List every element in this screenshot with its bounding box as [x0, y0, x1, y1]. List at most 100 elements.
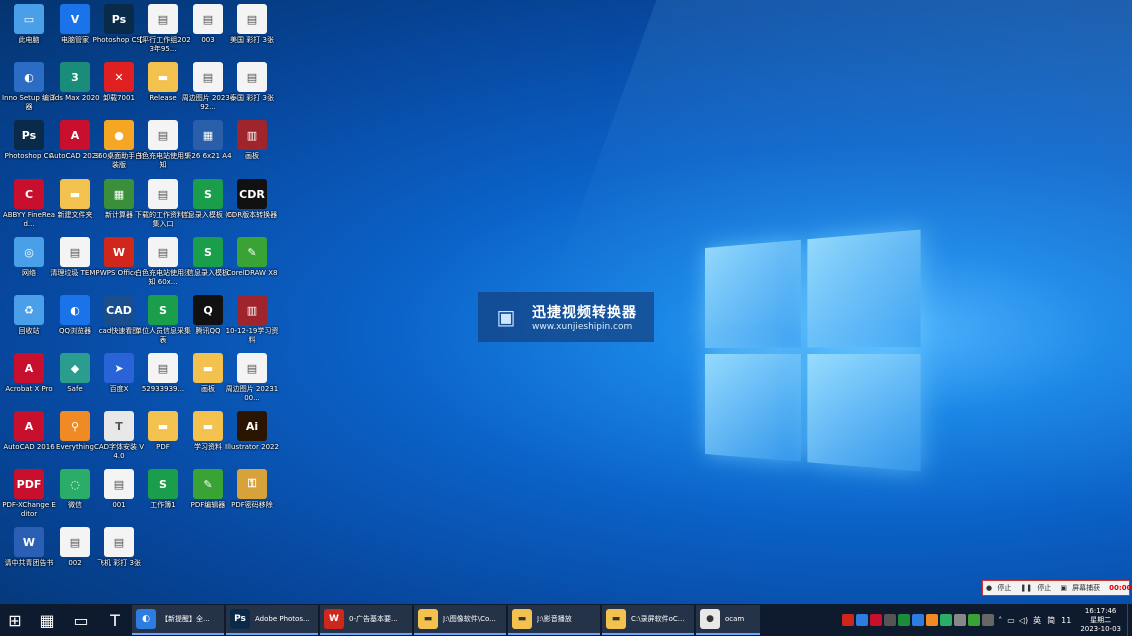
tray-icon-4[interactable]: [884, 614, 897, 626]
desktop-icon[interactable]: S 单位人员信息采集表: [135, 295, 191, 345]
desktop-icon-label: CDR版本转换器: [226, 211, 278, 219]
app-icon: ◐: [14, 62, 44, 92]
ocam-stop-button[interactable]: ● 停止: [983, 583, 1017, 593]
tray-icon-2[interactable]: [856, 614, 869, 626]
desktop-icon[interactable]: Ai Illustrator 2022: [225, 411, 279, 452]
desktop-icon[interactable]: ✎ CorelDRAW X8: [227, 237, 277, 278]
desktop-icon[interactable]: ◎ 网络: [6, 237, 52, 278]
desktop-icon-label: 美国 彩打 3张: [230, 36, 274, 44]
taskbar-app-button[interactable]: ◐ 【新提醒】全...: [132, 605, 224, 635]
taskbar-app-button[interactable]: ▬ C:\录屏软件oC...: [602, 605, 694, 635]
desktop-icon-label: 周边图片 2023100...: [225, 385, 279, 402]
video-converter-watermark: ▣ 迅捷视频转换器 www.xunjieshipin.com: [478, 292, 654, 342]
ocam-recording-bar: ● 停止 ❚❚ 停止 ▣ 屏幕捕获 00:00:00: [982, 580, 1132, 596]
app-icon: CDR: [237, 179, 267, 209]
cad-font-icon: T: [110, 610, 120, 630]
desktop-icon[interactable]: ▥ 10-12-19学习资料: [226, 295, 278, 345]
app-icon: Ps: [14, 120, 44, 150]
desktop-icon[interactable]: A Acrobat X Pro: [5, 353, 53, 394]
desktop-icon-label: Illustrator 2022: [225, 443, 279, 451]
tray-icon-7[interactable]: [926, 614, 939, 626]
app-icon: ▤: [193, 4, 223, 34]
ime-mode[interactable]: 简: [1047, 615, 1055, 626]
wechat-tray-icon[interactable]: [940, 614, 953, 626]
desktop-icon[interactable]: W 请中共青团告书: [5, 527, 54, 568]
system-tray: ˄ ▭ ◁) 英 简 11 16:17:46 星期二 2023-10-03: [841, 604, 1132, 636]
clock-date: 2023-10-03: [1080, 624, 1121, 633]
desktop-icon[interactable]: PDF PDF-XChange Editor: [2, 469, 56, 519]
taskbar-app-icon: ▬: [606, 609, 626, 629]
desktop-icon[interactable]: ▤ 飞机 彩打 3张: [96, 527, 142, 568]
ocam-capture-button[interactable]: ▣ 屏幕捕获: [1057, 583, 1106, 593]
taskbar-app-button[interactable]: ● ocam: [696, 605, 760, 635]
taskbar: ⊞ ▦ ▭ T ◐ 【新提醒】全... Ps Adobe Photos... W 0-广告…: [0, 604, 1132, 636]
desktop-icon[interactable]: ▭ 此电脑: [6, 4, 52, 45]
ime-indicator[interactable]: 英: [1033, 615, 1041, 626]
desktop-icon-label: CorelDRAW X8: [226, 269, 278, 277]
tray-icon-3[interactable]: [870, 614, 883, 626]
taskbar-app-button[interactable]: Ps Adobe Photos...: [226, 605, 318, 635]
tray-icon-11[interactable]: [982, 614, 995, 626]
app-icon: V: [60, 4, 90, 34]
tray-icon-6[interactable]: [912, 614, 925, 626]
app-icon: ▤: [104, 469, 134, 499]
desktop-icon[interactable]: ▤ 【平行工作组2023年95...: [135, 4, 191, 54]
clock[interactable]: 16:17:46 星期二 2023-10-03: [1080, 607, 1121, 634]
tray-icon-5[interactable]: [898, 614, 911, 626]
desktop-icon[interactable]: T CAD字体安装 V4.0: [94, 411, 144, 461]
app-icon: ✎: [237, 237, 267, 267]
desktop-icon[interactable]: ♻ 回收站: [6, 295, 52, 336]
calculator-pinned-button[interactable]: ▦: [30, 604, 64, 636]
app-icon: W: [104, 237, 134, 267]
desktop-icon[interactable]: Ps Photoshop CC: [5, 120, 53, 161]
taskbar-app-label: Adobe Photos...: [255, 615, 310, 623]
tray-icon-1[interactable]: [842, 614, 855, 626]
cad-font-pinned-button[interactable]: T: [98, 604, 132, 636]
app-icon: ▤: [148, 179, 178, 209]
windows-logo-wallpaper: [705, 229, 930, 479]
desktop-icon[interactable]: ▤ 周边图片 2023092...: [182, 62, 234, 112]
app-icon: Ps: [104, 4, 134, 34]
app-icon: ✎: [193, 469, 223, 499]
watermark-url: www.xunjieshipin.com: [532, 322, 633, 332]
desktop-icon[interactable]: ▤ 周边图片 2023100...: [226, 353, 278, 403]
tray-icon-10[interactable]: [968, 614, 981, 626]
show-desktop-button[interactable]: [1127, 604, 1132, 636]
app-icon: A: [14, 353, 44, 383]
desktop-icon[interactable]: C ABBYY FineRead...: [3, 179, 55, 229]
taskbar-app-button[interactable]: W 0-广告基本要...: [320, 605, 412, 635]
desktop-icon[interactable]: ▥ 画板: [229, 120, 275, 161]
desktop-icon[interactable]: CDR CDR版本转换器: [227, 179, 277, 220]
app-icon: ⚿: [237, 469, 267, 499]
desktop-icon[interactable]: ▤ 下载的工作资料合集入口: [135, 179, 191, 229]
app-icon: ▤: [193, 62, 223, 92]
app-icon: ▬: [148, 411, 178, 441]
screen-pinned-button[interactable]: ▭: [64, 604, 98, 636]
ocam-pause-button[interactable]: ❚❚ 停止: [1017, 583, 1057, 593]
desktop-icon[interactable]: ▤ 泰国 彩打 3张: [229, 62, 275, 103]
taskbar-app-icon: ▬: [418, 609, 438, 629]
taskbar-app-button[interactable]: ▬ J:\影音播放: [508, 605, 600, 635]
start-button[interactable]: ⊞: [0, 604, 30, 636]
app-icon: A: [60, 120, 90, 150]
app-icon: PDF: [14, 469, 44, 499]
desktop: ▭ 此电脑 V 电脑管家 Ps Photoshop CS3 ▤ 【平行工作组2023年95..…: [0, 0, 1132, 604]
desktop-icon-label: 泰国 彩打 3张: [230, 94, 274, 102]
volume-icon[interactable]: ◁): [1019, 616, 1028, 625]
app-icon: ▬: [193, 411, 223, 441]
taskbar-app-button[interactable]: ▬ J:\图像软件\Co...: [414, 605, 506, 635]
tray-icon-9[interactable]: [954, 614, 967, 626]
desktop-icon[interactable]: ▤ 白色充电站使用须知: [135, 120, 191, 170]
desktop-icon[interactable]: ▤ 美国 彩打 3张: [229, 4, 275, 45]
desktop-icon[interactable]: ▤ 白色充电站使用须知 60x...: [135, 237, 191, 287]
desktop-icon[interactable]: A AutoCAD 2016: [3, 411, 55, 452]
network-icon[interactable]: ▭: [1007, 616, 1015, 625]
app-icon: Ai: [237, 411, 267, 441]
app-icon: S: [193, 179, 223, 209]
chevron-up-icon[interactable]: ˄: [998, 616, 1002, 625]
desktop-icon[interactable]: ◐ Inno Setup 编译器: [2, 62, 56, 112]
desktop-icon[interactable]: ⚿ PDF密码移除: [229, 469, 275, 510]
taskbar-app-icon: ●: [700, 609, 720, 629]
clock-weekday: 星期二: [1090, 615, 1112, 624]
calculator-icon: ▦: [39, 610, 55, 630]
